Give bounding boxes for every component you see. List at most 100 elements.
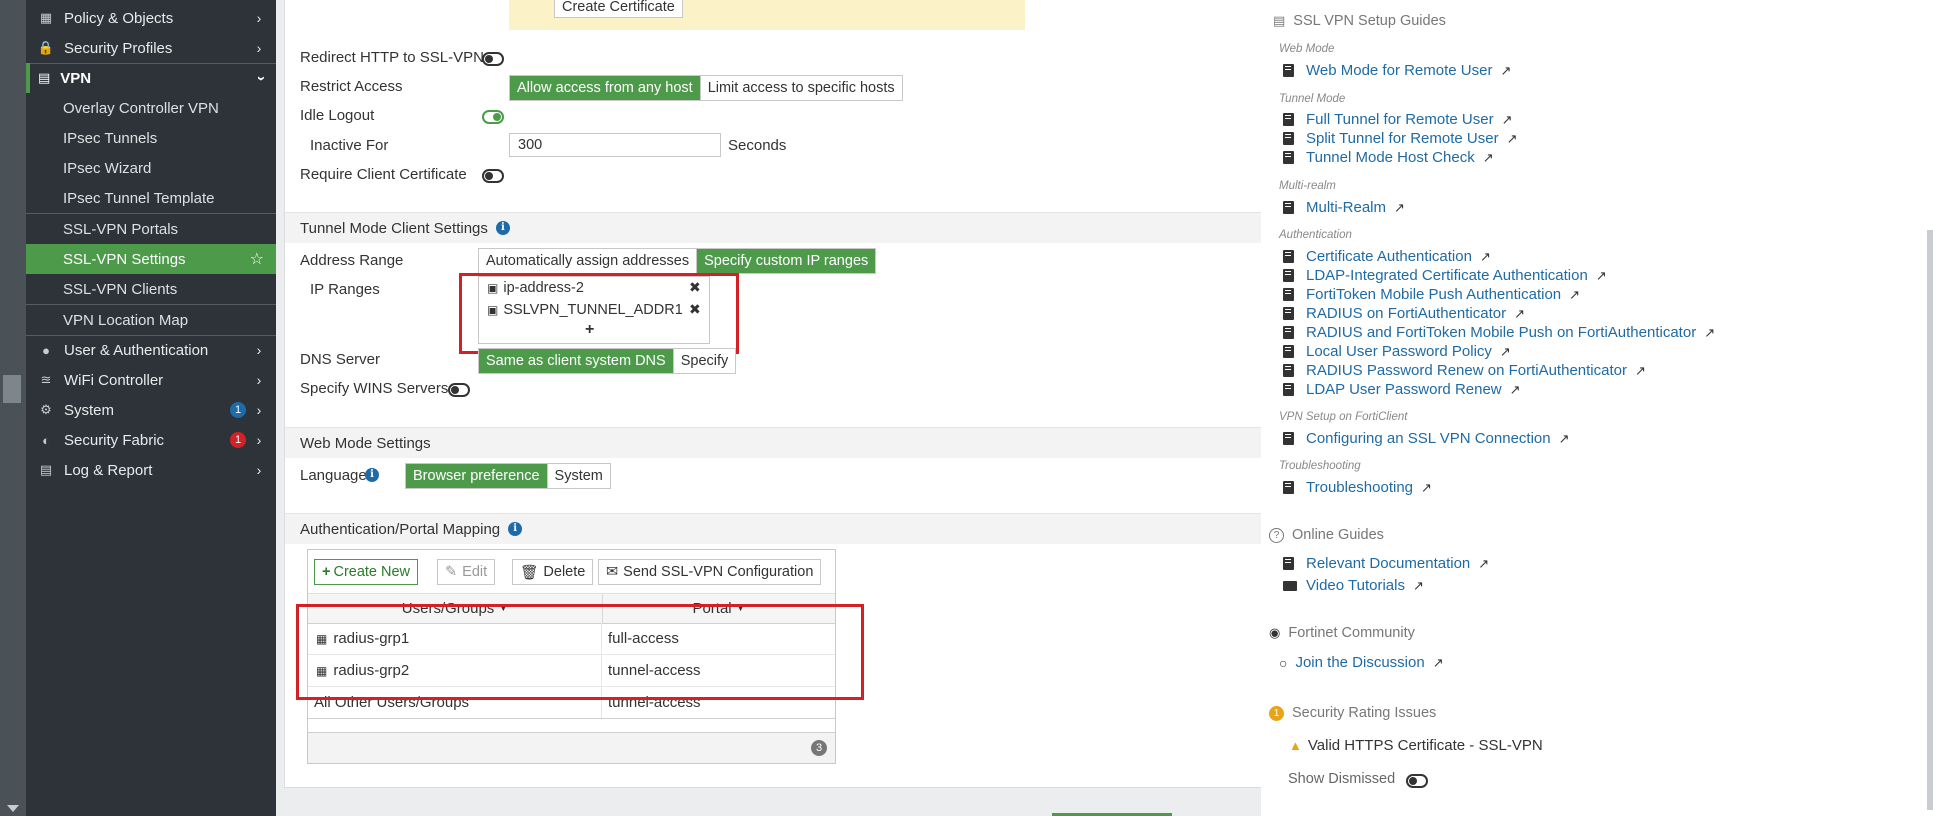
link-video-tutorials[interactable]: Video Tutorials ↗ [1283, 577, 1424, 594]
link-full-tunnel[interactable]: Full Tunnel for Remote User ↗ [1283, 111, 1512, 128]
create-new-button[interactable]: + Create New [314, 559, 419, 585]
book-icon [1283, 132, 1294, 145]
restrict-access-label: Restrict Access [300, 78, 403, 95]
auth-mapping-table-widget: + Create New ✎ Edit 🗑 Delete ✉ Send SSL-VPN … [307, 549, 836, 764]
link-configuring-ssl-vpn[interactable]: Configuring an SSL VPN Connection ↗ [1283, 430, 1570, 447]
star-icon[interactable]: ☆ [250, 249, 264, 269]
create-certificate-button[interactable]: Create Certificate [554, 0, 683, 18]
category-authentication: Authentication [1279, 229, 1352, 241]
link-radius-ftm-fac[interactable]: RADIUS and FortiToken Mobile Push on For… [1283, 324, 1715, 341]
link-local-password-policy[interactable]: Local User Password Policy ↗ [1283, 343, 1511, 360]
table-row[interactable]: ▦ radius-grp1 full-access [308, 623, 835, 655]
link-fortitoken-push[interactable]: FortiToken Mobile Push Authentication ↗ [1283, 286, 1580, 303]
custom-ip-ranges-option[interactable]: Specify custom IP ranges [696, 249, 876, 273]
same-as-client-dns-option[interactable]: Same as client system DNS [479, 349, 673, 373]
external-link-icon: ↗ [1499, 343, 1511, 359]
redirect-http-toggle[interactable] [482, 52, 504, 66]
scroll-down-arrow-icon[interactable] [7, 805, 19, 812]
remove-icon[interactable]: ✖ [689, 279, 701, 296]
sidebar-item-ipsec-wizard[interactable]: IPsec Wizard [26, 153, 276, 183]
book-icon [1283, 432, 1294, 445]
show-dismissed-row: Show Dismissed [1288, 771, 1395, 787]
sidebar-item-ipsec-tunnels[interactable]: IPsec Tunnels [26, 123, 276, 153]
address-icon: ▣ [487, 303, 499, 317]
link-troubleshooting[interactable]: Troubleshooting ↗ [1283, 479, 1432, 496]
system-language-option[interactable]: System [546, 464, 610, 488]
require-client-cert-toggle[interactable] [482, 169, 504, 183]
show-dismissed-label: Show Dismissed [1288, 771, 1396, 787]
rating-item[interactable]: ▲ Valid HTTPS Certificate - SSL-VPN [1289, 737, 1543, 754]
sidebar-item-ssl-vpn-settings[interactable]: SSL-VPN Settings ☆ [26, 244, 276, 274]
link-multi-realm[interactable]: Multi-Realm ↗ [1283, 199, 1405, 216]
show-dismissed-toggle[interactable] [1406, 774, 1428, 788]
sort-icon: ▼ [735, 603, 746, 614]
info-icon[interactable]: i [508, 522, 523, 536]
video-icon [1283, 580, 1297, 591]
sidebar-item-label: SSL-VPN Portals [63, 220, 179, 238]
list-item[interactable]: ▣ SSLVPN_TUNNEL_ADDR1 [487, 302, 683, 318]
remove-icon[interactable]: ✖ [689, 301, 701, 318]
address-range-label: Address Range [300, 252, 404, 269]
allow-any-host-option[interactable]: Allow access from any host [510, 76, 700, 100]
link-radius-password-renew[interactable]: RADIUS Password Renew on FortiAuthentica… [1283, 362, 1646, 379]
browser-preference-option[interactable]: Browser preference [406, 464, 547, 488]
link-ldap-password-renew[interactable]: LDAP User Password Renew ↗ [1283, 381, 1521, 398]
specify-dns-option[interactable]: Specify [672, 349, 736, 373]
sidebar-item-security-fabric[interactable]: ◐ Security Fabric 1 › [26, 425, 276, 455]
idle-logout-toggle[interactable] [482, 110, 504, 124]
sidebar-item-vpn-location-map[interactable]: VPN Location Map [26, 305, 276, 335]
left-scrollbar[interactable] [0, 0, 26, 816]
sidebar-item-ssl-vpn-portals[interactable]: SSL-VPN Portals [26, 214, 276, 244]
link-ldap-cert-auth[interactable]: LDAP-Integrated Certificate Authenticati… [1283, 267, 1607, 284]
sidebar-item-security-profiles[interactable]: 🔒 Security Profiles › [26, 33, 276, 63]
help-panel-scrollbar[interactable] [1927, 230, 1933, 810]
book-icon [1283, 557, 1294, 570]
pencil-icon: ✎ [445, 564, 458, 580]
link-cert-auth[interactable]: Certificate Authentication ↗ [1283, 248, 1491, 265]
link-split-tunnel[interactable]: Split Tunnel for Remote User ↗ [1283, 130, 1518, 147]
book-icon [1283, 345, 1294, 358]
add-icon[interactable]: + [585, 321, 594, 339]
link-label: Local User Password Policy [1306, 343, 1492, 360]
send-config-button[interactable]: ✉ Send SSL-VPN Configuration [598, 559, 822, 585]
category-web-mode: Web Mode [1279, 43, 1335, 55]
external-link-icon: ↗ [1478, 555, 1490, 571]
sidebar-item-system[interactable]: ⚙ System 1 › [26, 395, 276, 425]
list-item[interactable]: ▣ ip-address-2 [487, 280, 584, 296]
delete-button[interactable]: 🗑 Delete [512, 559, 594, 585]
sidebar-item-policy-objects[interactable]: ▦ Policy & Objects › [26, 3, 276, 33]
wins-toggle[interactable] [448, 383, 470, 397]
table-row[interactable]: All Other Users/Groups tunnel-access [308, 687, 835, 719]
portal-column-header[interactable]: Portal ▼ [603, 594, 835, 623]
users-groups-column-header[interactable]: Users/Groups ▼ [308, 594, 603, 623]
sidebar-item-ssl-vpn-clients[interactable]: SSL-VPN Clients [26, 274, 276, 304]
button-label: Delete [543, 564, 586, 580]
sidebar-item-vpn[interactable]: ▤ VPN › [26, 63, 276, 93]
link-radius-fac[interactable]: RADIUS on FortiAuthenticator ↗ [1283, 305, 1525, 322]
table-row[interactable]: ▦ radius-grp2 tunnel-access [308, 655, 835, 687]
link-label: Relevant Documentation [1306, 555, 1471, 572]
sidebar-item-ipsec-tunnel-template[interactable]: IPsec Tunnel Template [26, 183, 276, 213]
sidebar-item-overlay-controller-vpn[interactable]: Overlay Controller VPN [26, 93, 276, 123]
edit-button[interactable]: ✎ Edit [437, 559, 496, 585]
link-web-mode-remote-user[interactable]: Web Mode for Remote User ↗ [1283, 62, 1511, 79]
book-icon [1283, 307, 1294, 320]
link-label: Split Tunnel for Remote User [1306, 130, 1499, 147]
sidebar-item-log-report[interactable]: ▤ Log & Report › [26, 455, 276, 485]
link-relevant-documentation[interactable]: Relevant Documentation ↗ [1283, 555, 1489, 572]
link-join-discussion[interactable]: ○ Join the Discussion ↗ [1279, 654, 1444, 671]
inactive-for-input[interactable]: 300 [509, 133, 721, 157]
sidebar-item-label: VPN [60, 69, 92, 87]
scroll-thumb[interactable] [3, 375, 21, 403]
info-icon[interactable]: i [495, 221, 510, 235]
sidebar-item-label: User & Authentication [64, 341, 209, 359]
sidebar-item-user-authentication[interactable]: ● User & Authentication › [26, 335, 276, 365]
limit-hosts-option[interactable]: Limit access to specific hosts [699, 76, 902, 100]
book-icon [1283, 201, 1294, 214]
link-host-check[interactable]: Tunnel Mode Host Check ↗ [1283, 149, 1494, 166]
auto-assign-option[interactable]: Automatically assign addresses [479, 249, 697, 273]
notification-badge: 1 [230, 402, 246, 418]
info-icon[interactable]: i [365, 468, 379, 482]
rating-item-label: Valid HTTPS Certificate - SSL-VPN [1307, 737, 1543, 754]
sidebar-item-wifi-controller[interactable]: ≊ WiFi Controller › [26, 365, 276, 395]
